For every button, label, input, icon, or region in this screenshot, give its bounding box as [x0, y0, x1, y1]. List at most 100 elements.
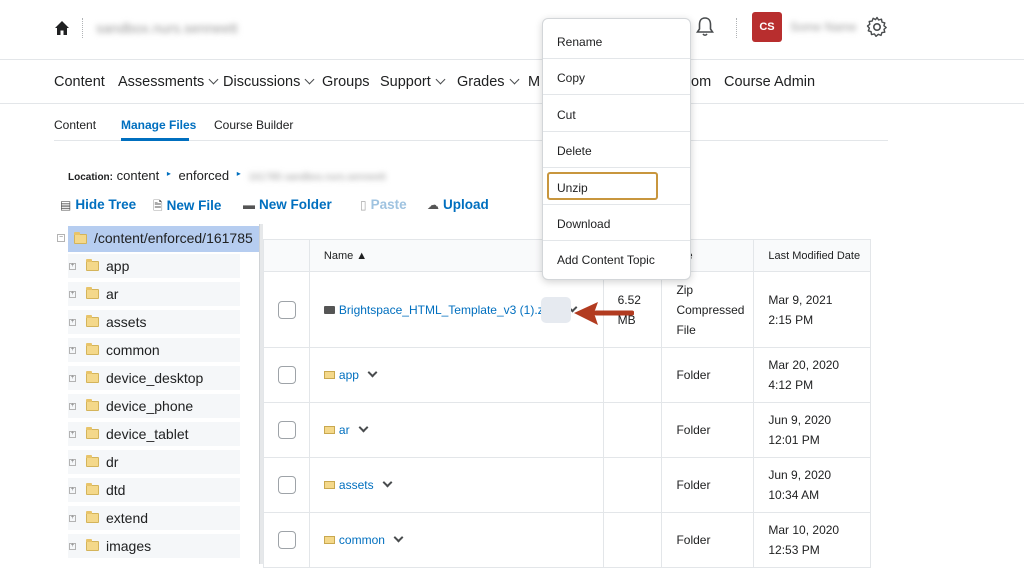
name-cell: assets	[308, 457, 604, 513]
folder-icon	[86, 371, 99, 383]
nav-grades[interactable]: Grades	[457, 74, 520, 90]
file-name-link[interactable]: common	[310, 533, 385, 547]
select-cell	[263, 402, 310, 458]
new-folder-button[interactable]: ▬ New Folder	[243, 197, 332, 212]
row-checkbox[interactable]	[278, 300, 296, 319]
chevron-down-icon[interactable]	[367, 367, 378, 378]
expand-icon[interactable]: +	[69, 319, 76, 326]
home-icon[interactable]	[54, 20, 70, 36]
folder-icon	[86, 511, 99, 523]
size-cell	[602, 457, 663, 513]
menu-item-copy[interactable]: Copy	[543, 59, 690, 96]
row-checkbox[interactable]	[278, 421, 296, 439]
row-checkbox[interactable]	[278, 531, 296, 549]
menu-item-delete[interactable]: Delete	[543, 132, 690, 169]
expand-icon[interactable]: +	[69, 375, 76, 382]
breadcrumb-content[interactable]: content	[117, 168, 160, 183]
chevron-down-icon	[435, 74, 446, 85]
breadcrumb-separator-icon: ▸	[236, 169, 241, 178]
zip-file-icon	[323, 305, 335, 314]
file-name-link[interactable]: assets	[310, 478, 374, 492]
expand-icon[interactable]: +	[69, 263, 76, 270]
expand-icon[interactable]: +	[69, 291, 76, 298]
nav-content[interactable]: Content	[54, 74, 105, 90]
tree-item-device-phone[interactable]: + device_phone	[68, 394, 240, 418]
folder-icon	[86, 343, 99, 355]
chevron-down-icon[interactable]	[393, 532, 404, 543]
avatar[interactable]: CS	[752, 12, 782, 42]
folder-icon	[86, 287, 99, 299]
tree-item-label: app	[106, 258, 130, 274]
tree-item-device-tablet[interactable]: + device_tablet	[68, 422, 240, 446]
chevron-down-icon	[208, 74, 219, 85]
file-context-menu: Rename Copy Cut Delete Unzip Download Add Cont…	[542, 18, 691, 280]
tree-item-dtd[interactable]: + dtd	[68, 478, 240, 502]
upload-button[interactable]: ☁ Upload	[427, 197, 489, 212]
expand-icon[interactable]: +	[69, 431, 76, 438]
annotation-arrow	[574, 302, 634, 325]
menu-item-rename[interactable]: Rename	[543, 23, 690, 59]
tree-item-extend[interactable]: + extend	[68, 506, 240, 530]
org-name[interactable]: sandbox.nurs.senneett	[96, 20, 238, 36]
expand-icon[interactable]: +	[69, 543, 76, 550]
expand-icon[interactable]: +	[69, 403, 76, 410]
expand-icon[interactable]: +	[69, 515, 76, 522]
hide-tree-button[interactable]: ▤ Hide Tree	[60, 197, 136, 212]
expand-icon[interactable]: +	[69, 459, 76, 466]
breadcrumb-enforced[interactable]: enforced	[179, 168, 230, 183]
breadcrumb-course-blurred[interactable]: 161785 sandbox.nurs.senneett	[248, 172, 385, 183]
folder-icon	[86, 427, 99, 439]
tree-item-common[interactable]: + common	[68, 338, 240, 362]
subnav-manage-files[interactable]: Manage Files	[121, 118, 196, 132]
file-name-link[interactable]: app	[310, 368, 359, 382]
row-checkbox[interactable]	[278, 476, 296, 494]
new-file-icon: 🗎	[153, 199, 163, 213]
location-breadcrumb: Location: content ▸ enforced ▸ 161785 sa…	[68, 168, 386, 183]
chevron-down-icon[interactable]	[382, 477, 393, 488]
nav-discussions[interactable]: Discussions	[223, 74, 315, 90]
folder-icon	[323, 536, 335, 544]
menu-item-cut[interactable]: Cut	[543, 96, 690, 132]
file-name-link[interactable]: Brightspace_HTML_Template_v3 (1).zip	[310, 303, 553, 317]
tree-item-label: dr	[106, 454, 119, 470]
expand-icon[interactable]: +	[69, 487, 76, 494]
tree-icon: ▤	[60, 198, 72, 212]
subnav-course-builder[interactable]: Course Builder	[214, 118, 293, 132]
tree-item-ar[interactable]: + ar	[68, 282, 240, 306]
tree-root-expander[interactable]: −	[57, 234, 65, 242]
nav-assessments[interactable]: Assessments	[118, 74, 219, 90]
tree-item-label: device_tablet	[106, 426, 189, 442]
menu-item-download[interactable]: Download	[543, 205, 690, 241]
tree-item-images[interactable]: + images	[68, 534, 240, 558]
unzip-highlight-box	[547, 172, 658, 200]
row-checkbox[interactable]	[278, 366, 296, 384]
nav-partial-om[interactable]: om	[691, 74, 711, 90]
nav-groups[interactable]: Groups	[322, 74, 370, 90]
upload-icon: ☁	[427, 198, 439, 212]
tree-item-assets[interactable]: + assets	[68, 310, 240, 334]
gear-icon[interactable]	[866, 16, 888, 38]
select-column-header	[263, 239, 310, 272]
folder-icon	[74, 232, 87, 244]
location-label: Location:	[68, 172, 113, 183]
nav-course-admin[interactable]: Course Admin	[724, 74, 815, 90]
expand-icon[interactable]: +	[69, 347, 76, 354]
paste-button[interactable]: ▯ Paste	[360, 197, 407, 212]
tree-item-device-desktop[interactable]: + device_desktop	[68, 366, 240, 390]
nav-support[interactable]: Support	[380, 74, 446, 90]
chevron-down-icon[interactable]	[358, 422, 369, 433]
user-name[interactable]: Some Name	[790, 20, 857, 34]
table-row: ar Folder Jun 9, 2020 12:01 PM	[263, 402, 871, 458]
modified-column-header[interactable]: Last Modified Date	[753, 239, 871, 272]
nav-partial-m[interactable]: M	[528, 74, 540, 90]
bell-icon[interactable]	[695, 16, 715, 38]
tree-item-app[interactable]: + app	[68, 254, 240, 278]
tree-root-folder[interactable]: /content/enforced/161785	[68, 226, 260, 252]
tree-item-dr[interactable]: + dr	[68, 450, 240, 474]
modified-cell: Mar 9, 2021 2:15 PM	[753, 271, 871, 348]
name-cell: ar	[308, 402, 604, 458]
file-name-link[interactable]: ar	[310, 423, 350, 437]
subnav-content[interactable]: Content	[54, 118, 96, 132]
new-file-button[interactable]: 🗎 New File	[153, 197, 221, 218]
menu-item-add-content-topic[interactable]: Add Content Topic	[543, 241, 690, 277]
